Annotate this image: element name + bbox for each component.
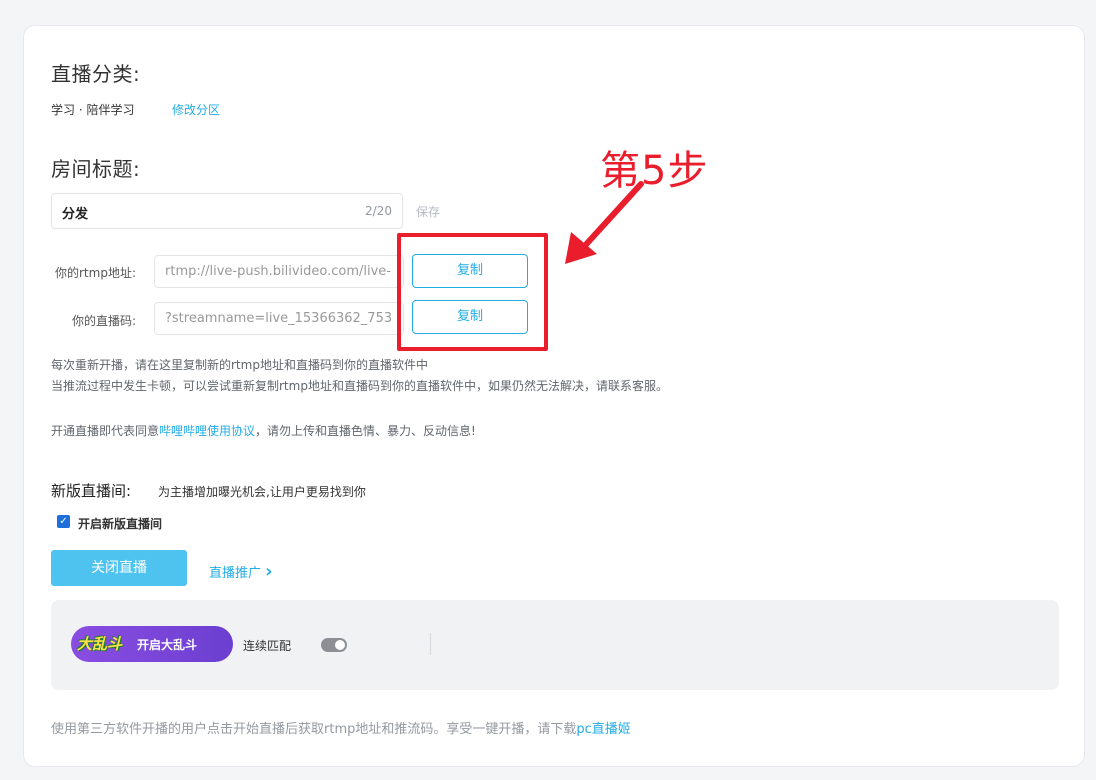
chevron-right-icon: › [265, 561, 273, 582]
new-room-desc: 为主播增加曝光机会,让用户更易找到你 [158, 485, 366, 499]
reopen-note: 每次重新开播，请在这里复制新的rtmp地址和直播码到你的直播软件中 [51, 358, 428, 372]
stream-key-field[interactable]: ?streamname=live_15366362_753 [154, 302, 404, 335]
room-title-value: 分发 [62, 207, 89, 222]
rtmp-label: 你的rtmp地址: [55, 266, 136, 280]
continuous-match-toggle[interactable] [321, 638, 347, 652]
promote-link[interactable]: 直播推广 › [209, 561, 273, 582]
footer-text: 使用第三方软件开播的用户点击开始直播后获取rtmp地址和推流码。享受一键开播，请… [51, 722, 577, 737]
room-title-heading: 房间标题: [51, 157, 141, 181]
close-live-button[interactable]: 关闭直播 [51, 550, 187, 586]
agreement-suffix: ，请勿上传和直播色情、暴力、反动信息! [255, 424, 476, 438]
modify-category-link[interactable]: 修改分区 [172, 101, 220, 118]
new-room-checkbox[interactable]: ✓ [57, 515, 70, 528]
rtmp-address-field[interactable]: rtmp://live-push.bilivideo.com/live- [154, 255, 404, 288]
agreement-link[interactable]: 哔哩哔哩使用协议 [159, 424, 255, 438]
brawl-panel: 大乱斗 开启大乱斗 连续匹配 [51, 600, 1059, 690]
start-brawl-label: 开启大乱斗 [137, 638, 198, 652]
agreement-prefix: 开通直播即代表同意 [51, 424, 160, 438]
category-heading: 直播分类: [51, 62, 141, 86]
live-settings-card: 直播分类: 学习 · 陪伴学习 修改分区 房间标题: 分发 2/20 保存 你的… [23, 25, 1085, 767]
start-brawl-button[interactable]: 大乱斗 开启大乱斗 [71, 626, 233, 662]
new-room-checkbox-label[interactable]: 开启新版直播间 [78, 515, 162, 532]
footer-note: 使用第三方软件开播的用户点击开始直播后获取rtmp地址和推流码。享受一键开播，请… [51, 718, 631, 737]
new-room-heading: 新版直播间: [51, 482, 132, 500]
char-counter: 2/20 [365, 204, 392, 218]
category-value: 学习 · 陪伴学习 [51, 103, 135, 117]
agreement-note: 开通直播即代表同意哔哩哔哩使用协议，请勿上传和直播色情、暴力、反动信息! [51, 422, 476, 440]
lag-note: 当推流过程中发生卡顿，可以尝试重新复制rtmp地址和直播码到你的直播软件中，如果… [51, 379, 668, 393]
highlight-box [397, 233, 548, 351]
brawl-logo: 大乱斗 [77, 635, 123, 653]
stream-key-label: 你的直播码: [71, 314, 136, 328]
continuous-match-label: 连续匹配 [243, 639, 292, 653]
panel-divider [430, 633, 431, 655]
promote-label: 直播推广 [209, 566, 262, 581]
download-link[interactable]: pc直播姬 [576, 722, 630, 737]
annotation-arrow-icon [565, 181, 644, 264]
save-title-button[interactable]: 保存 [416, 203, 440, 220]
room-title-input[interactable]: 分发 2/20 [51, 193, 403, 229]
